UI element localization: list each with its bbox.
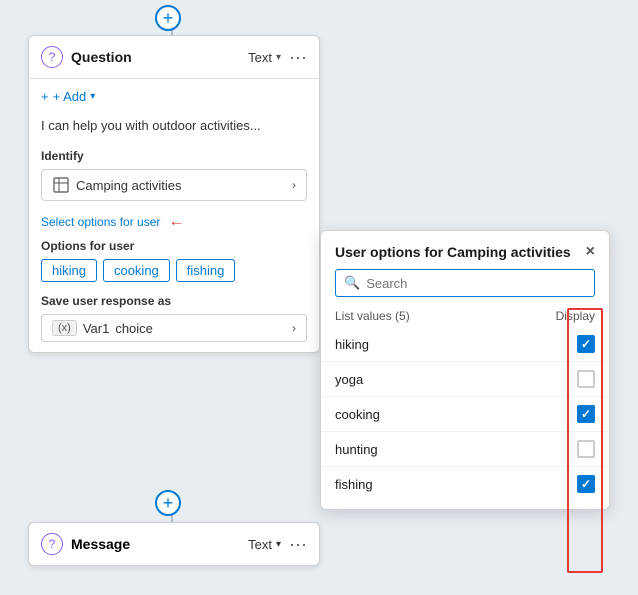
search-input[interactable] [366,276,586,291]
message-chevron-down-icon: ▾ [276,539,281,550]
chevron-right-save-icon: › [292,321,296,335]
search-icon: 🔍 [344,275,360,291]
card-type-selector[interactable]: Text ▾ [248,50,281,65]
item-name-hiking: hiking [335,337,369,352]
item-name-yoga: yoga [335,372,363,387]
select-options-link[interactable]: Select options for user ← [41,213,307,231]
card-header-left: ? Question [41,46,132,68]
red-arrow-icon: ← [168,213,184,231]
list-item: hiking ✓ [321,327,609,362]
message-type-label: Text [248,537,272,552]
checkmark-icon: ✓ [581,477,591,491]
checkmark-icon: ✓ [581,337,591,351]
checkbox-yoga[interactable] [577,370,595,388]
list-item: fishing ✓ [321,467,609,501]
list-header: List values (5) Display [321,305,609,327]
options-label: Options for user [41,239,307,253]
options-tags: hiking cooking fishing [41,259,307,282]
question-icon: ? [41,46,63,68]
save-choice: choice [115,321,153,336]
tag-cooking[interactable]: cooking [103,259,170,282]
add-label: + Add [53,89,87,104]
add-icon: + [41,89,49,104]
question-card: ? Question Text ▾ ··· + + Add ▾ I can he… [28,35,320,353]
message-type-selector[interactable]: Text ▾ [248,537,281,552]
identify-inner: Camping activities [52,176,182,194]
more-options-button[interactable]: ··· [289,48,307,66]
message-more-button[interactable]: ··· [289,535,307,553]
search-box[interactable]: 🔍 [335,269,595,297]
item-name-fishing: fishing [335,477,373,492]
display-label: Display [556,309,595,323]
list-item: yoga [321,362,609,397]
item-name-hunting: hunting [335,442,378,457]
checkbox-fishing[interactable]: ✓ [577,475,595,493]
message-card-title: Message [71,536,240,552]
var-badge: (x) [52,320,77,336]
card-body: + + Add ▾ I can help you with outdoor ac… [29,79,319,352]
save-label: Save user response as [41,294,307,308]
checkbox-hiking[interactable]: ✓ [577,335,595,353]
chevron-down-icon: ▾ [276,52,281,63]
popup-title: User options for Camping activities [335,244,571,260]
identify-value: Camping activities [76,178,182,193]
add-button[interactable]: + + Add ▾ [41,89,307,104]
close-button[interactable]: × [586,243,595,261]
user-options-popup: User options for Camping activities × 🔍 … [320,230,610,510]
list-count-label: List values (5) [335,309,410,323]
item-name-cooking: cooking [335,407,380,422]
identify-row[interactable]: Camping activities › [41,169,307,201]
plus-icon-top: + [163,8,174,29]
select-link-text: Select options for user [41,215,160,229]
add-button-top[interactable]: + [155,5,181,31]
add-button-bottom[interactable]: + [155,490,181,516]
identify-label: Identify [41,149,307,163]
card-title: Question [71,49,132,65]
table-icon [52,176,70,194]
plus-icon-bottom: + [163,493,174,514]
var-name: Var1 [83,321,110,336]
list-item: cooking ✓ [321,397,609,432]
list-item: hunting [321,432,609,467]
card-type-label: Text [248,50,272,65]
tag-fishing[interactable]: fishing [176,259,236,282]
checkbox-cooking[interactable]: ✓ [577,405,595,423]
save-row[interactable]: (x) Var1 choice › [41,314,307,342]
list-items: hiking ✓ yoga cooking ✓ hunting [321,327,609,509]
message-card: ? Message Text ▾ ··· [28,522,320,566]
card-header: ? Question Text ▾ ··· [29,36,319,79]
save-inner: (x) Var1 choice [52,320,153,336]
message-text: I can help you with outdoor activities..… [41,114,307,137]
checkbox-hunting[interactable] [577,440,595,458]
chevron-right-icon: › [292,178,296,192]
popup-header: User options for Camping activities × [321,231,609,269]
add-chevron-icon: ▾ [90,91,95,102]
checkmark-icon: ✓ [581,407,591,421]
tag-hiking[interactable]: hiking [41,259,97,282]
message-card-icon: ? [41,533,63,555]
